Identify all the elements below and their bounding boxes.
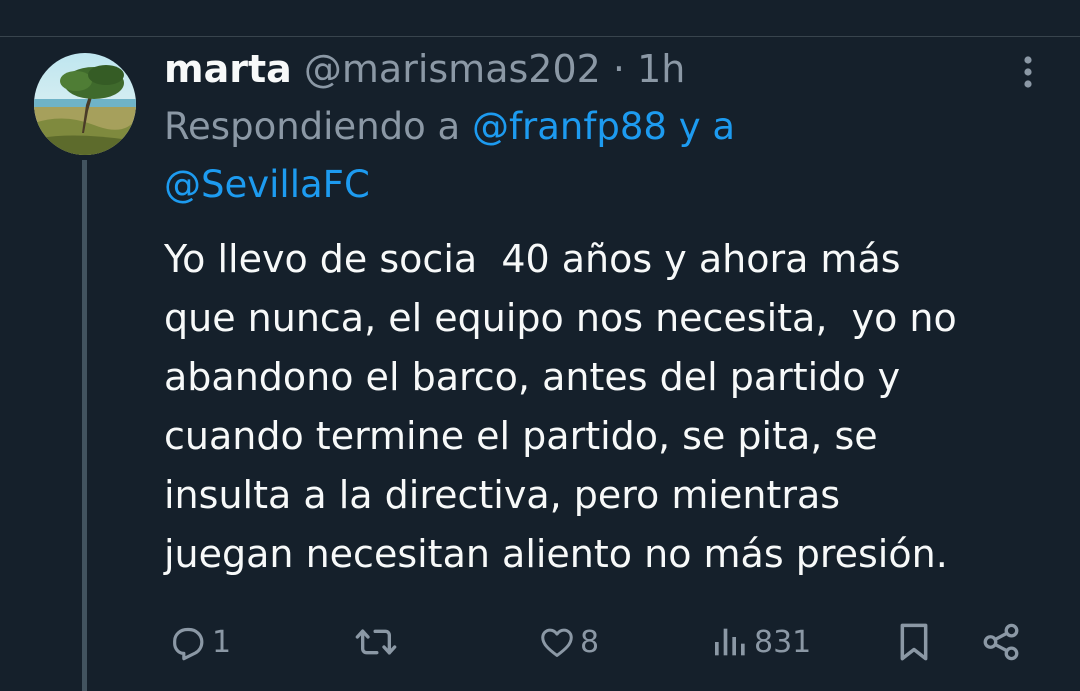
top-divider	[0, 36, 1080, 37]
action-bar: 1 8 831	[168, 612, 1038, 672]
bookmark-icon	[900, 623, 928, 661]
reply-button[interactable]: 1	[168, 612, 231, 672]
reply-icon	[173, 627, 204, 661]
tweet-content: marta @marismas202 · 1h Respondiendo a @…	[164, 40, 1054, 584]
avatar[interactable]	[34, 53, 136, 155]
views-button[interactable]: 831	[710, 612, 811, 672]
views-icon	[715, 628, 745, 656]
reply-context: Respondiendo a @franfp88 y a @SevillaFC	[164, 98, 1054, 214]
reply-mention-sevillafc[interactable]: @SevillaFC	[164, 163, 370, 206]
like-button[interactable]: 8	[538, 612, 599, 672]
reply-count: 1	[212, 624, 232, 660]
tweet-text: Yo llevo de socia 40 años y ahora más qu…	[164, 237, 957, 576]
like-count: 8	[580, 624, 600, 660]
reply-mention-franfp88[interactable]: @franfp88	[472, 105, 667, 148]
retweet-icon	[355, 629, 397, 655]
bookmark-button[interactable]	[894, 612, 934, 672]
author-name[interactable]: marta	[164, 47, 292, 91]
timestamp[interactable]: 1h	[637, 47, 685, 91]
separator-dot: ·	[612, 47, 625, 91]
share-button[interactable]	[980, 612, 1022, 672]
reply-and-text: y a	[678, 105, 736, 148]
thread-line	[82, 160, 87, 691]
retweet-button[interactable]	[354, 612, 402, 672]
share-icon	[983, 623, 1019, 661]
tweet-header: marta @marismas202 · 1h	[164, 40, 1054, 98]
author-handle[interactable]: @marismas202	[304, 47, 601, 91]
views-count: 831	[754, 624, 812, 660]
avatar-image	[34, 53, 136, 155]
reply-prefix: Respondiendo a	[164, 105, 461, 148]
like-icon	[541, 628, 573, 657]
